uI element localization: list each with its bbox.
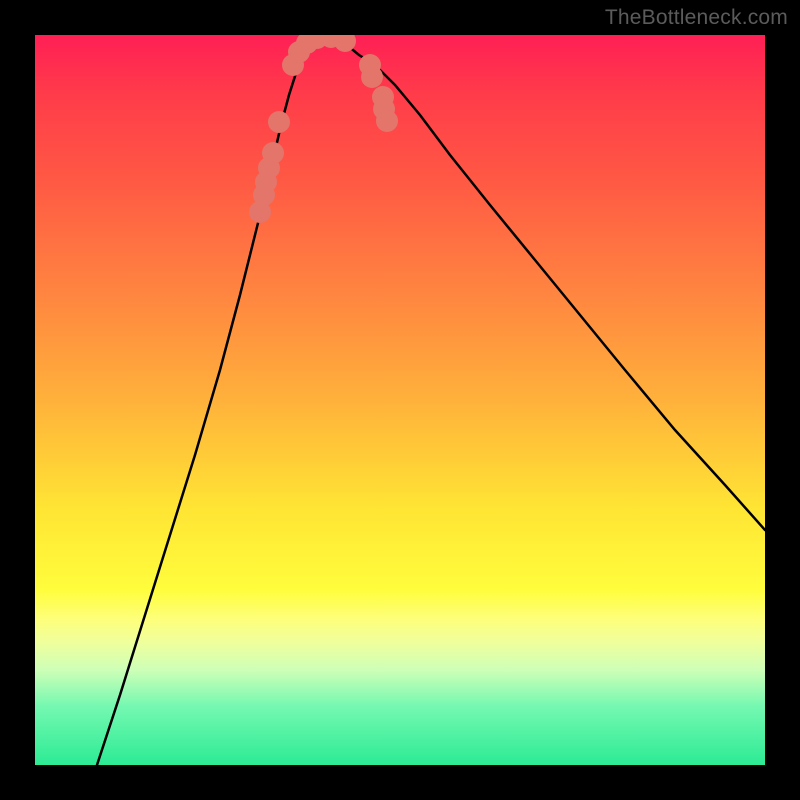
- marker-dot: [361, 66, 383, 88]
- marker-dot: [262, 142, 284, 164]
- marker-dot: [268, 111, 290, 133]
- plot-area: [35, 35, 765, 765]
- main-curve: [97, 35, 765, 765]
- marker-dot: [376, 110, 398, 132]
- chart-svg: [35, 35, 765, 765]
- chart-frame: TheBottleneck.com: [0, 0, 800, 800]
- marker-group: [249, 35, 398, 223]
- watermark-text: TheBottleneck.com: [605, 6, 788, 30]
